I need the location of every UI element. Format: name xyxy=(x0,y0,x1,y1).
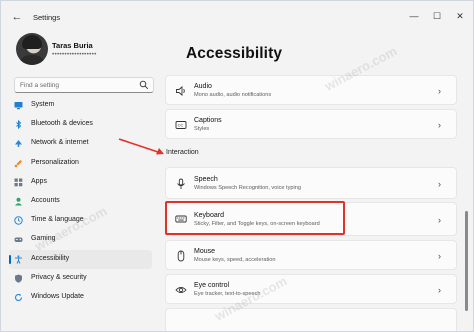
card-title: Mouse xyxy=(194,248,216,255)
title-bar: ← Settings — ☐ ✕ xyxy=(1,1,473,31)
card-description: Styles xyxy=(194,126,210,132)
speech-card[interactable]: Speech Windows Speech Recognition, voice… xyxy=(165,167,457,199)
card-title: Eye control xyxy=(194,282,230,289)
card-description: Mouse keys, speed, acceleration xyxy=(194,257,276,263)
sidebar-item-accounts[interactable]: Accounts xyxy=(9,192,152,211)
chevron-right-icon: › xyxy=(438,251,441,261)
chevron-right-icon: › xyxy=(438,285,441,295)
search-box[interactable] xyxy=(14,77,154,93)
sidebar-item-label: Apps xyxy=(31,177,47,185)
sidebar-item-network[interactable]: Network & internet xyxy=(9,134,152,153)
speaker-icon xyxy=(176,86,185,96)
user-profile[interactable]: Taras Buria •••••••••••••••••• xyxy=(16,33,156,73)
shield-icon xyxy=(15,274,22,283)
sidebar-item-personalization[interactable]: Personalization xyxy=(9,154,152,173)
sidebar-item-bluetooth[interactable]: Bluetooth & devices xyxy=(9,115,152,134)
chevron-right-icon: › xyxy=(438,179,441,189)
sidebar-item-windows-update[interactable]: Windows Update xyxy=(9,288,152,307)
chevron-right-icon: › xyxy=(438,86,441,96)
apps-icon xyxy=(14,178,23,187)
microphone-icon xyxy=(177,178,185,189)
sidebar-item-label: Privacy & security xyxy=(31,273,87,281)
card-description: Mono audio, audio notifications xyxy=(194,92,272,98)
sidebar-item-gaming[interactable]: Gaming xyxy=(9,230,152,249)
card-title: Captions xyxy=(194,117,222,124)
person-icon xyxy=(15,197,22,206)
page-title: Accessibility xyxy=(186,45,283,62)
network-icon xyxy=(15,140,22,148)
back-arrow-icon[interactable]: ← xyxy=(10,10,24,24)
chevron-right-icon: › xyxy=(438,215,441,225)
settings-window: ← Settings — ☐ ✕ Taras Buria •••••••••••… xyxy=(0,0,474,332)
sidebar-item-label: Windows Update xyxy=(31,292,84,300)
sidebar-item-label: Accessibility xyxy=(31,254,70,262)
card-description: Windows Speech Recognition, voice typing xyxy=(194,185,301,191)
selection-indicator xyxy=(9,254,11,264)
minimize-button[interactable]: — xyxy=(406,9,422,23)
chevron-right-icon: › xyxy=(438,120,441,130)
maximize-button[interactable]: ☐ xyxy=(429,9,445,23)
captions-icon: CC xyxy=(175,121,187,129)
next-card-partial[interactable] xyxy=(165,308,457,331)
monitor-icon xyxy=(14,102,23,110)
sidebar-nav: System Bluetooth & devices Network & int… xyxy=(9,96,154,307)
eye-control-card[interactable]: Eye control Eye tracker, text-to-speech … xyxy=(165,274,457,304)
sidebar-item-label: System xyxy=(31,101,55,108)
app-title: Settings xyxy=(33,13,61,22)
audio-card[interactable]: Audio Mono audio, audio notifications › xyxy=(165,75,457,105)
mouse-card[interactable]: Mouse Mouse keys, speed, acceleration › xyxy=(165,240,457,270)
sidebar-item-label: Personalization xyxy=(31,158,79,166)
section-heading-interaction: Interaction xyxy=(166,149,199,156)
sidebar-item-label: Network & internet xyxy=(31,139,89,147)
sidebar-item-system[interactable]: System xyxy=(9,96,152,115)
user-email: •••••••••••••••••• xyxy=(52,51,97,58)
sidebar-item-label: Accounts xyxy=(31,196,60,204)
scrollbar[interactable] xyxy=(465,211,468,311)
avatar xyxy=(16,33,48,65)
accessibility-icon xyxy=(15,254,22,264)
search-input[interactable] xyxy=(20,80,135,90)
sidebar-item-apps[interactable]: Apps xyxy=(9,173,152,192)
brush-icon xyxy=(14,159,22,167)
update-icon xyxy=(14,293,23,301)
globe-clock-icon xyxy=(14,216,23,225)
mouse-icon xyxy=(177,250,185,262)
eye-icon xyxy=(175,286,187,294)
close-button[interactable]: ✕ xyxy=(452,9,468,23)
user-name: Taras Buria xyxy=(52,41,93,50)
card-title: Speech xyxy=(194,176,218,183)
gamepad-icon xyxy=(14,237,23,243)
bluetooth-icon xyxy=(16,120,22,130)
sidebar-item-privacy[interactable]: Privacy & security xyxy=(9,269,152,288)
sidebar-item-label: Bluetooth & devices xyxy=(31,120,93,128)
card-title: Audio xyxy=(194,83,212,90)
svg-text:CC: CC xyxy=(178,123,184,128)
captions-card[interactable]: CC Captions Styles › xyxy=(165,109,457,139)
sidebar-item-accessibility[interactable]: Accessibility xyxy=(9,249,152,269)
keyboard-highlight-annotation xyxy=(165,201,345,235)
search-icon[interactable] xyxy=(139,80,149,90)
